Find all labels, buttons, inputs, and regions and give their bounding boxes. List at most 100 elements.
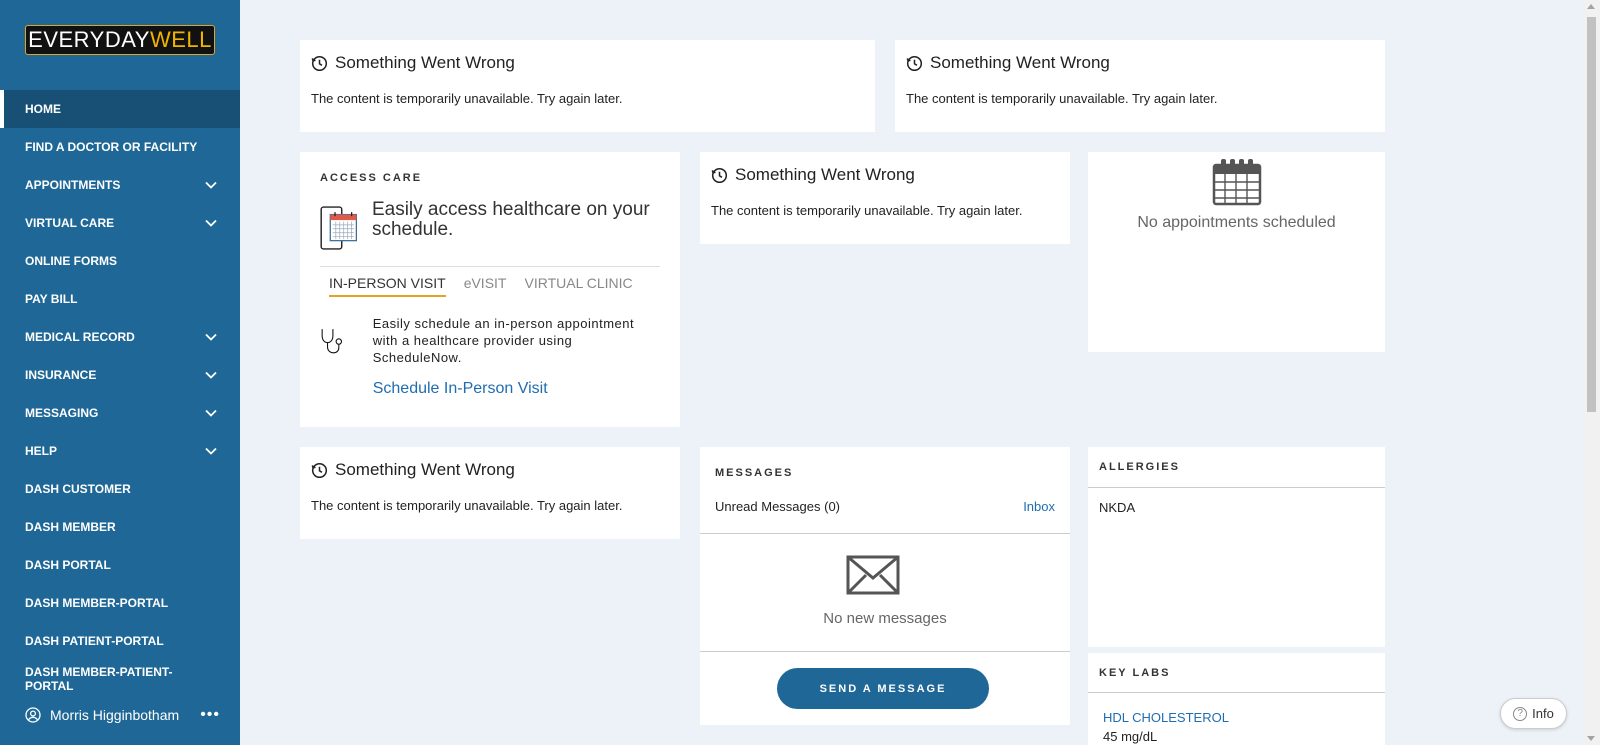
error-title: Something Went Wrong bbox=[930, 53, 1110, 72]
clock-icon bbox=[906, 55, 923, 71]
no-new-messages-text: No new messages bbox=[823, 610, 947, 627]
sidebar-item-label: MESSAGING bbox=[25, 406, 99, 420]
sidebar-item-dash-customer[interactable]: DASH CUSTOMER bbox=[0, 470, 240, 508]
everydaywell-logo[interactable]: EVERYDAY WELL bbox=[25, 25, 215, 55]
sidebar-item-help[interactable]: HELP bbox=[0, 432, 240, 470]
sidebar-item-label: APPOINTMENTS bbox=[25, 178, 121, 192]
sidebar-item-dash-member-portal[interactable]: DASH MEMBER-PORTAL bbox=[0, 584, 240, 622]
sidebar-item-label: DASH MEMBER-PATIENT-PORTAL bbox=[25, 665, 173, 693]
allergy-value: NKDA bbox=[1099, 500, 1136, 515]
sidebar-item-dash-portal[interactable]: DASH PORTAL bbox=[0, 546, 240, 584]
sidebar-item-label: HELP bbox=[25, 444, 58, 458]
messages-heading: MESSAGES bbox=[715, 467, 794, 479]
divider bbox=[700, 651, 1070, 652]
sidebar-item-label: ONLINE FORMS bbox=[25, 254, 117, 268]
access-care-card: ACCESS CARE Easily access healthcare on … bbox=[300, 152, 680, 427]
sidebar-item-messaging[interactable]: MESSAGING bbox=[0, 394, 240, 432]
user-circle-icon bbox=[25, 707, 41, 723]
sidebar: EVERYDAY WELL HOME FIND A DOCTOR OR FACILI… bbox=[0, 0, 240, 745]
sidebar-item-appointments[interactable]: APPOINTMENTS bbox=[0, 166, 240, 204]
sidebar-item-home[interactable]: HOME bbox=[0, 90, 240, 128]
error-title: Something Went Wrong bbox=[335, 53, 515, 72]
clock-icon bbox=[311, 462, 328, 478]
unread-messages-label: Unread Messages (0) bbox=[715, 499, 840, 514]
lab-value: 45 mg/dL bbox=[1103, 729, 1158, 744]
sidebar-item-dash-member[interactable]: DASH MEMBER bbox=[0, 508, 240, 546]
sidebar-item-virtual-care[interactable]: VIRTUAL CARE bbox=[0, 204, 240, 242]
error-message: The content is temporarily unavailable. … bbox=[906, 91, 1218, 106]
tab-in-person-visit[interactable]: IN-PERSON VISIT bbox=[329, 275, 446, 297]
sidebar-item-pay-bill[interactable]: PAY BILL bbox=[0, 280, 240, 318]
sidebar-item-dash-member-patient-portal[interactable]: DASH MEMBER-PATIENT-PORTAL bbox=[0, 660, 240, 698]
error-title: Something Went Wrong bbox=[335, 460, 515, 479]
scroll-down-icon[interactable] bbox=[1587, 736, 1595, 741]
envelope-icon bbox=[846, 555, 900, 595]
appointments-card: No appointments scheduled bbox=[1088, 152, 1385, 352]
user-menu[interactable]: Morris Higginbotham ••• bbox=[25, 706, 220, 724]
no-appointments-text: No appointments scheduled bbox=[1137, 214, 1336, 231]
calendar-icon bbox=[1212, 159, 1261, 206]
allergies-heading: ALLERGIES bbox=[1099, 461, 1180, 473]
tab-virtual-clinic[interactable]: VIRTUAL CLINIC bbox=[524, 275, 632, 297]
clock-icon bbox=[711, 167, 728, 183]
scrollbar[interactable] bbox=[1583, 0, 1600, 745]
scrollbar-thumb[interactable] bbox=[1587, 17, 1596, 412]
lab-name-link[interactable]: HDL CHOLESTEROL bbox=[1103, 710, 1229, 725]
sidebar-item-label: DASH PORTAL bbox=[25, 558, 111, 572]
error-message: The content is temporarily unavailable. … bbox=[311, 498, 623, 513]
visit-description: Easily schedule an in-person appointment… bbox=[372, 316, 635, 365]
sidebar-item-label: DASH PATIENT-PORTAL bbox=[25, 634, 164, 648]
chevron-down-icon[interactable] bbox=[204, 444, 218, 458]
main-nav: HOME FIND A DOCTOR OR FACILITY APPOINTMENT… bbox=[0, 90, 240, 698]
send-message-button[interactable]: SEND A MESSAGE bbox=[777, 668, 989, 709]
chevron-down-icon[interactable] bbox=[204, 216, 218, 230]
sidebar-item-find-a-doctor-or-facility[interactable]: FIND A DOCTOR OR FACILITY bbox=[0, 128, 240, 166]
more-options-icon[interactable]: ••• bbox=[200, 706, 220, 724]
sidebar-item-online-forms[interactable]: ONLINE FORMS bbox=[0, 242, 240, 280]
error-card-3: Something Went Wrong The content is temp… bbox=[700, 152, 1070, 244]
divider bbox=[700, 533, 1070, 534]
divider bbox=[1088, 487, 1385, 488]
inbox-link[interactable]: Inbox bbox=[1023, 499, 1055, 514]
divider bbox=[1088, 692, 1385, 693]
error-message: The content is temporarily unavailable. … bbox=[311, 91, 623, 106]
error-card-1: Something Went Wrong The content is temp… bbox=[300, 40, 875, 132]
error-card-4: Something Went Wrong The content is temp… bbox=[300, 447, 680, 539]
sidebar-item-label: MEDICAL RECORD bbox=[25, 330, 135, 344]
messages-card: MESSAGES Unread Messages (0) Inbox No ne… bbox=[700, 447, 1070, 725]
info-icon: ? bbox=[1513, 706, 1528, 721]
error-title: Something Went Wrong bbox=[735, 165, 915, 184]
key-labs-card: KEY LABS HDL CHOLESTEROL 45 mg/dL bbox=[1088, 653, 1385, 745]
chevron-down-icon[interactable] bbox=[204, 178, 218, 192]
access-care-heading: ACCESS CARE bbox=[320, 172, 423, 184]
sidebar-item-label: PAY BILL bbox=[25, 292, 78, 306]
chevron-down-icon[interactable] bbox=[204, 368, 218, 382]
chevron-down-icon[interactable] bbox=[204, 406, 218, 420]
schedule-in-person-link[interactable]: Schedule In-Person Visit bbox=[373, 380, 660, 398]
tab-evisit[interactable]: eVISIT bbox=[464, 275, 507, 297]
logo-text-everyday: EVERYDAY bbox=[28, 27, 150, 52]
lab-item: HDL CHOLESTEROL 45 mg/dL bbox=[1103, 710, 1229, 744]
sidebar-item-medical-record[interactable]: MEDICAL RECORD bbox=[0, 318, 240, 356]
scroll-up-icon[interactable] bbox=[1587, 4, 1595, 9]
key-labs-heading: KEY LABS bbox=[1099, 667, 1171, 679]
error-card-2: Something Went Wrong The content is temp… bbox=[895, 40, 1385, 132]
user-name: Morris Higginbotham bbox=[50, 707, 180, 723]
sidebar-item-label: DASH MEMBER bbox=[25, 520, 116, 534]
sidebar-item-insurance[interactable]: INSURANCE bbox=[0, 356, 240, 394]
sidebar-item-label: INSURANCE bbox=[25, 368, 97, 382]
visit-tabs: IN-PERSON VISIT eVISIT VIRTUAL CLINIC bbox=[320, 266, 660, 297]
allergies-card: ALLERGIES NKDA bbox=[1088, 447, 1385, 647]
sidebar-item-label: VIRTUAL CARE bbox=[25, 216, 115, 230]
error-message: The content is temporarily unavailable. … bbox=[711, 203, 1023, 218]
sidebar-item-label: FIND A DOCTOR OR FACILITY bbox=[25, 140, 198, 154]
access-care-hero-text: Easily access healthcare on your schedul… bbox=[371, 199, 650, 240]
clock-icon bbox=[311, 55, 328, 71]
info-label: Info bbox=[1532, 706, 1554, 721]
info-button[interactable]: ? Info bbox=[1500, 698, 1567, 729]
chevron-down-icon[interactable] bbox=[204, 330, 218, 344]
sidebar-item-dash-patient-portal[interactable]: DASH PATIENT-PORTAL bbox=[0, 622, 240, 660]
stethoscope-icon bbox=[321, 329, 343, 354]
sidebar-item-label: HOME bbox=[25, 102, 61, 116]
sidebar-item-label: DASH CUSTOMER bbox=[25, 482, 131, 496]
